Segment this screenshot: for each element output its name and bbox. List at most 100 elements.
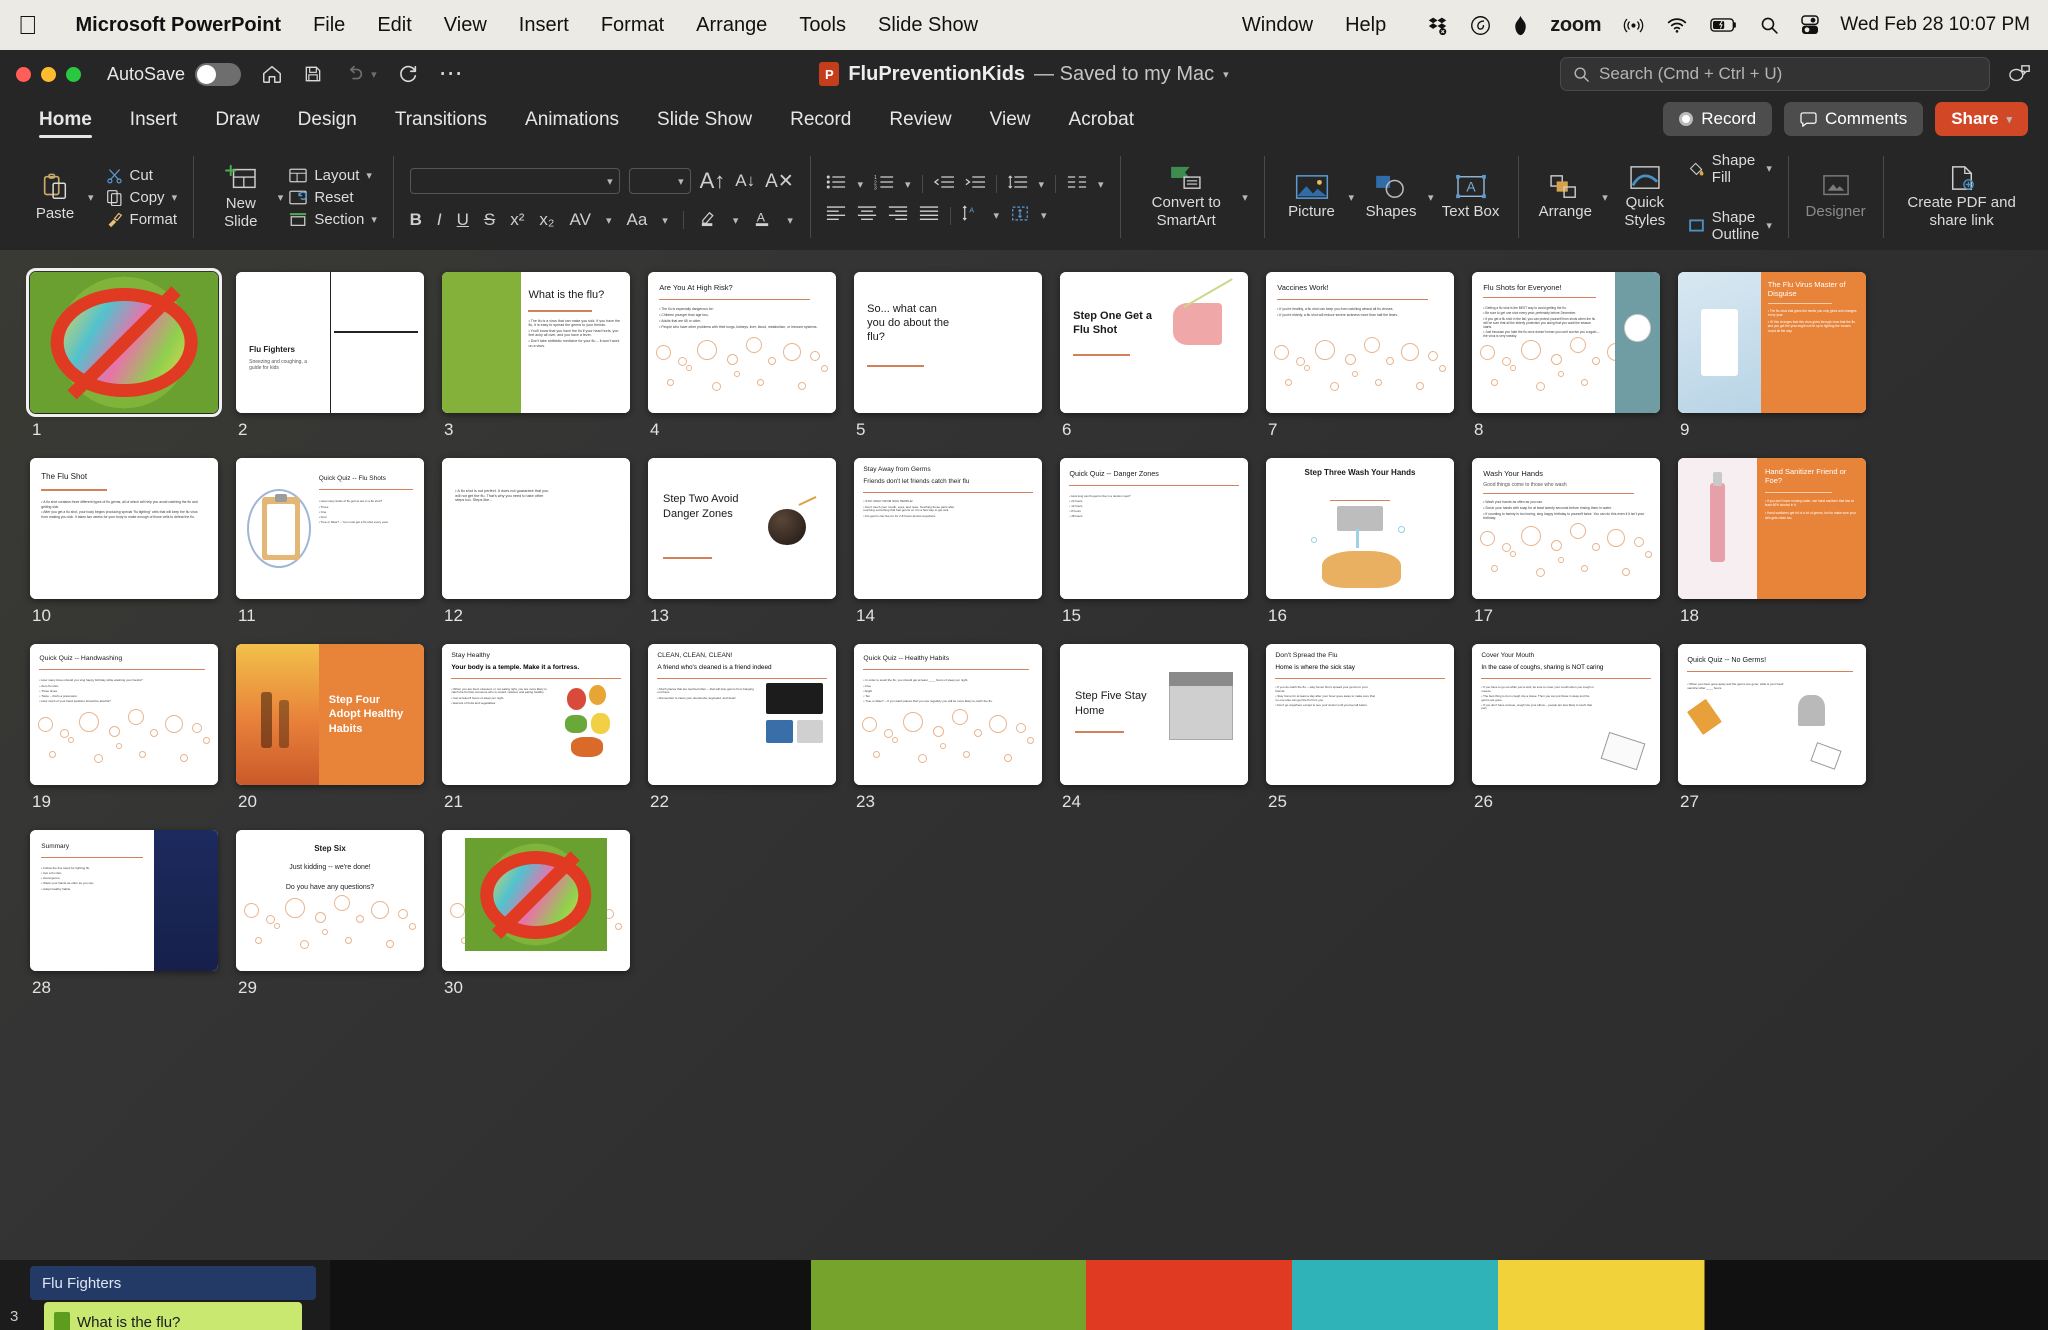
menu-file[interactable]: File: [297, 14, 361, 37]
menu-insert[interactable]: Insert: [503, 14, 585, 37]
layout-chevron-down-icon[interactable]: ▾: [366, 169, 372, 182]
comment-icon[interactable]: [2008, 63, 2032, 85]
slide-thumbnail-cell[interactable]: So... what can you do about the flu? 5: [854, 272, 1042, 440]
paste-button[interactable]: Paste: [24, 172, 86, 222]
decrease-font-size-icon[interactable]: A↓: [735, 171, 755, 191]
shape-fill-chevron-down-icon[interactable]: ▾: [1766, 162, 1772, 175]
slide-thumbnail[interactable]: The Flu Virus Master of Disguise • The fl…: [1678, 272, 1866, 413]
align-left-icon[interactable]: [826, 205, 846, 226]
slide-thumbnail-cell[interactable]: Flu Fighters Sneezing and coughing, a gui…: [236, 272, 424, 440]
line-spacing-chevron-down-icon[interactable]: ▾: [1039, 178, 1045, 191]
highlight-chevron-down-icon[interactable]: ▾: [733, 214, 739, 227]
tab-review[interactable]: Review: [870, 109, 970, 140]
background-slide-item-1[interactable]: Flu Fighters: [30, 1266, 316, 1300]
slide-thumbnail-cell[interactable]: Step Two Avoid Danger Zones 13: [648, 458, 836, 626]
font-name-chevron-down-icon[interactable]: ▾: [607, 175, 613, 188]
slide-thumbnail[interactable]: Quick Quiz -- Healthy Habits • In order t…: [854, 644, 1042, 785]
menu-app-name[interactable]: Microsoft PowerPoint: [60, 14, 298, 37]
slide-thumbnail[interactable]: Stay Healthy Your body is a temple. Make …: [442, 644, 630, 785]
font-color-chevron-down-icon[interactable]: ▾: [787, 214, 793, 227]
character-spacing-icon[interactable]: AV: [570, 210, 591, 230]
font-name-select[interactable]: ▾: [409, 168, 620, 194]
menu-arrange[interactable]: Arrange: [680, 14, 783, 37]
slide-thumbnail[interactable]: • A flu shot is not perfect. It does not…: [442, 458, 630, 599]
undo-dropdown-icon[interactable]: ▾: [371, 68, 377, 81]
character-spacing-chevron-down-icon[interactable]: ▾: [606, 214, 612, 227]
increase-indent-icon[interactable]: [965, 174, 985, 195]
autosave-toggle[interactable]: [195, 62, 242, 86]
align-text-icon[interactable]: [1010, 205, 1030, 227]
arrange-button[interactable]: Arrange: [1534, 174, 1596, 220]
slide-thumbnail[interactable]: Are You At High Risk? • The flu is especi…: [648, 272, 836, 413]
slide-thumbnail[interactable]: CLEAN, CLEAN, CLEAN! A friend who's clean…: [648, 644, 836, 785]
slide-thumbnail-cell[interactable]: Step Five Stay Home 24: [1060, 644, 1248, 812]
slide-thumbnail[interactable]: Don't Spread the Flu Home is where the si…: [1266, 644, 1454, 785]
slide-thumbnail-cell[interactable]: • A flu shot is not perfect. It does not…: [442, 458, 630, 626]
numbering-icon[interactable]: 123: [874, 174, 894, 195]
quick-styles-button[interactable]: Quick Styles: [1614, 165, 1676, 229]
menu-help[interactable]: Help: [1329, 14, 1402, 37]
slide-thumbnail-cell[interactable]: Step One Get a Flu Shot 6: [1060, 272, 1248, 440]
slide-thumbnail-cell[interactable]: Hand Sanitizer Friend or Foe? • If you do…: [1678, 458, 1866, 626]
comments-button[interactable]: Comments: [1784, 102, 1924, 136]
create-pdf-button[interactable]: Create PDF and share link: [1899, 165, 2024, 229]
slide-thumbnail-cell[interactable]: Step Four Adopt Healthy Habits 20: [236, 644, 424, 812]
slide-thumbnail[interactable]: Cover Your Mouth In the case of coughs, s…: [1472, 644, 1660, 785]
bold-icon[interactable]: B: [410, 210, 422, 230]
close-window-button[interactable]: [16, 66, 31, 82]
background-slide-item-2[interactable]: What is the flu?: [44, 1302, 302, 1330]
subscript-icon[interactable]: x₂: [539, 210, 554, 230]
shape-outline-chevron-down-icon[interactable]: ▾: [1766, 219, 1772, 232]
increase-font-size-icon[interactable]: A↑: [700, 168, 726, 194]
arrange-chevron-down-icon[interactable]: ▾: [1602, 191, 1608, 204]
title-chevron-down-icon[interactable]: ▾: [1223, 68, 1229, 81]
minimize-window-button[interactable]: [41, 66, 56, 82]
bullets-chevron-down-icon[interactable]: ▾: [857, 178, 863, 191]
slide-thumbnail[interactable]: Quick Quiz -- No Germs! • When you have g…: [1678, 644, 1866, 785]
align-center-icon[interactable]: [857, 205, 877, 226]
flame-icon[interactable]: [1502, 15, 1539, 36]
slide-thumbnail-cell[interactable]: Stay Healthy Your body is a temple. Make …: [442, 644, 630, 812]
menu-edit[interactable]: Edit: [361, 14, 427, 37]
picture-button[interactable]: Picture: [1281, 174, 1343, 220]
columns-chevron-down-icon[interactable]: ▾: [1098, 178, 1104, 191]
slide-thumbnail-cell[interactable]: Quick Quiz -- Flu Shots • How many kinds …: [236, 458, 424, 626]
slide-thumbnail[interactable]: What is the flu? • The flu is a virus tha…: [442, 272, 630, 413]
slide-thumbnail-cell[interactable]: Are You At High Risk? • The flu is especi…: [648, 272, 836, 440]
search-input[interactable]: Search (Cmd + Ctrl + U): [1560, 57, 1990, 91]
slide-thumbnail[interactable]: Step Two Avoid Danger Zones: [648, 458, 836, 599]
slide-thumbnail-cell[interactable]: What is the flu? • The flu is a virus tha…: [442, 272, 630, 440]
slide-thumbnail[interactable]: Flu Fighters Sneezing and coughing, a gui…: [236, 272, 424, 413]
slide-thumbnail[interactable]: [26, 268, 222, 417]
slide-thumbnail[interactable]: So... what can you do about the flu?: [854, 272, 1042, 413]
slide-thumbnail-cell[interactable]: Flu Shots for Everyone! • Getting a flu s…: [1472, 272, 1660, 440]
menu-slide-show[interactable]: Slide Show: [862, 14, 994, 37]
align-right-icon[interactable]: [888, 205, 908, 226]
battery-icon[interactable]: [1699, 16, 1749, 34]
slide-thumbnail[interactable]: Vaccines Work! • If you're healthy, a flu…: [1266, 272, 1454, 413]
slide-thumbnail[interactable]: [442, 830, 630, 971]
tab-draw[interactable]: Draw: [196, 109, 278, 140]
align-text-chevron-down-icon[interactable]: ▾: [1041, 209, 1047, 222]
section-button[interactable]: Section ▾: [289, 211, 377, 228]
tab-animations[interactable]: Animations: [506, 109, 638, 140]
slide-sorter-pane[interactable]: 1 Flu Fighters Sneezing and coughing, a gu…: [0, 250, 2048, 1288]
designer-button[interactable]: Designer: [1805, 174, 1867, 220]
tab-home[interactable]: Home: [20, 109, 111, 140]
columns-icon[interactable]: [1067, 174, 1087, 195]
convert-to-smartart-button[interactable]: Convert to SmartArt: [1136, 165, 1236, 229]
redo-icon[interactable]: [397, 63, 419, 85]
decrease-indent-icon[interactable]: [933, 174, 954, 195]
ellipsis-icon[interactable]: ⋯: [439, 61, 465, 85]
undo-icon[interactable]: ▾: [343, 63, 377, 85]
slide-thumbnail-cell[interactable]: Quick Quiz -- Handwashing • How many time…: [30, 644, 218, 812]
font-color-icon[interactable]: A: [753, 208, 772, 232]
slide-thumbnail-cell[interactable]: The Flu Virus Master of Disguise • The fl…: [1678, 272, 1866, 440]
text-direction-chevron-down-icon[interactable]: ▾: [993, 209, 999, 222]
slide-thumbnail[interactable]: Hand Sanitizer Friend or Foe? • If you do…: [1678, 458, 1866, 599]
slide-thumbnail[interactable]: Quick Quiz -- Danger Zones • How long can…: [1060, 458, 1248, 599]
slide-thumbnail[interactable]: Quick Quiz -- Handwashing • How many time…: [30, 644, 218, 785]
picture-chevron-down-icon[interactable]: ▾: [1349, 191, 1355, 204]
slide-thumbnail-cell[interactable]: Cover Your Mouth In the case of coughs, s…: [1472, 644, 1660, 812]
slide-thumbnail-cell[interactable]: Don't Spread the Flu Home is where the si…: [1266, 644, 1454, 812]
